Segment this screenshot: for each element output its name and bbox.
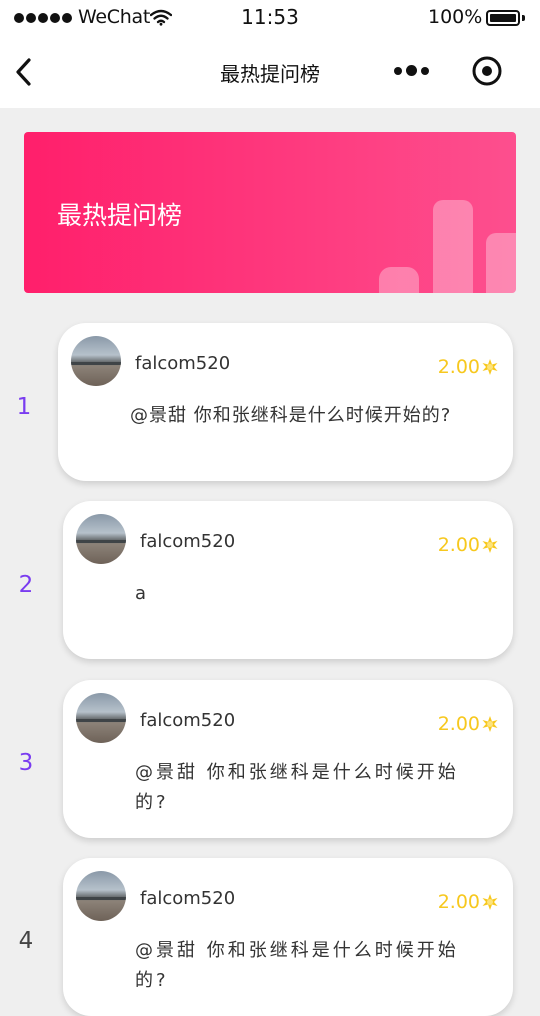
question-card[interactable]: falcom520 2.00 @景甜 你和张继科是什么时候开始的? (58, 323, 513, 481)
navigation-bar: 最热提问榜 (0, 36, 540, 108)
reward-value: 2.00 (437, 534, 480, 556)
username: falcom520 (140, 531, 236, 552)
status-bar: WeChat 11:53 100% (0, 0, 540, 36)
coin-icon (482, 716, 498, 732)
reward: 2.00 (438, 713, 499, 735)
avatar (76, 514, 126, 564)
question-text: @景甜 你和张继科是什么时候开始的? (135, 762, 459, 813)
question-card[interactable]: falcom520 2.00 a (63, 501, 513, 659)
coin-icon (482, 537, 498, 553)
battery-percentage: 100% (428, 6, 483, 28)
rank-number: 1 (16, 394, 32, 420)
username: falcom520 (135, 353, 231, 374)
question-text: a (135, 583, 148, 604)
avatar (71, 336, 121, 386)
question-card[interactable]: falcom520 2.00 @景甜 你和张继科是什么时候开始的? (63, 680, 513, 838)
banner-decoration-bar (433, 200, 473, 293)
page-title: 最热提问榜 (220, 62, 320, 86)
username: falcom520 (140, 888, 236, 909)
avatar (76, 871, 126, 921)
hero-banner: 最热提问榜 (24, 132, 516, 293)
battery-icon (486, 10, 520, 26)
coin-icon (482, 894, 498, 910)
rank-number: 3 (18, 750, 34, 776)
battery-cap (522, 15, 525, 21)
banner-decoration-bar (379, 267, 419, 293)
question-card[interactable]: falcom520 2.00 @景甜 你和张继科是什么时候开始的? (63, 858, 513, 1016)
reward-value: 2.00 (437, 713, 480, 735)
reward-value: 2.00 (437, 356, 480, 378)
reward: 2.00 (438, 891, 499, 913)
coin-icon (482, 359, 498, 375)
question-text: @景甜 你和张继科是什么时候开始的? (135, 940, 459, 991)
more-dots-icon[interactable] (394, 65, 429, 76)
banner-title: 最热提问榜 (57, 201, 183, 230)
rank-number: 2 (18, 572, 34, 598)
close-miniprogram-icon[interactable] (471, 55, 503, 87)
reward: 2.00 (438, 534, 499, 556)
rank-number: 4 (18, 928, 34, 954)
banner-decoration-bar (486, 233, 516, 293)
username: falcom520 (140, 710, 236, 731)
reward-value: 2.00 (437, 891, 480, 913)
avatar (76, 693, 126, 743)
reward: 2.00 (438, 356, 499, 378)
question-text: @景甜 你和张继科是什么时候开始的? (130, 405, 452, 426)
